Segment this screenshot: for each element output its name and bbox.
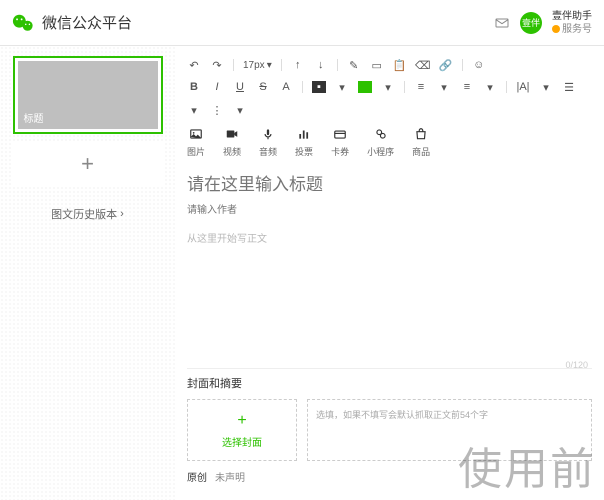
cover-section-title: 封面和摘要 bbox=[187, 368, 592, 399]
original-label: 原创 bbox=[187, 469, 207, 484]
italic-icon[interactable]: I bbox=[210, 80, 224, 94]
emoji-icon[interactable]: ☺ bbox=[472, 58, 486, 72]
add-article-button[interactable]: + bbox=[13, 142, 163, 186]
miniapp-icon bbox=[373, 127, 389, 141]
heading-up-icon[interactable]: ↑ bbox=[291, 58, 305, 72]
highlight-icon[interactable] bbox=[358, 81, 372, 93]
strikethrough-icon[interactable]: S bbox=[256, 80, 270, 94]
spacing-icon[interactable]: ⋮ bbox=[210, 103, 224, 117]
align-left-icon[interactable]: ≡ bbox=[414, 80, 428, 94]
clear-icon[interactable]: ⌫ bbox=[416, 58, 430, 72]
insert-vote-button[interactable]: 投票 bbox=[295, 127, 313, 158]
plus-icon: + bbox=[237, 412, 246, 430]
text-color-icon[interactable]: ▪ bbox=[312, 81, 326, 93]
history-link[interactable]: 图文历史版本 › bbox=[51, 206, 124, 222]
video-icon bbox=[224, 127, 240, 141]
fontsize-select[interactable]: 17px ▾ bbox=[243, 60, 272, 71]
user-name: 壹伴助手 bbox=[552, 10, 592, 23]
insert-product-button[interactable]: 商品 bbox=[412, 127, 430, 158]
content-editor[interactable]: 从这里开始写正文 0/120 bbox=[187, 220, 592, 368]
avatar[interactable]: 壹伴 bbox=[520, 12, 542, 34]
heading-down-icon[interactable]: ↓ bbox=[314, 58, 328, 72]
link-icon[interactable]: 🔗 bbox=[439, 58, 453, 72]
brush-icon[interactable]: ✎ bbox=[347, 58, 361, 72]
user-type: 服务号 bbox=[552, 23, 592, 36]
lineheight-icon[interactable]: |A| bbox=[516, 80, 530, 94]
list-icon[interactable]: ☰ bbox=[562, 80, 576, 94]
list-dropdown-icon[interactable]: ▾ bbox=[187, 103, 201, 117]
mail-icon[interactable] bbox=[494, 15, 510, 31]
toolbar: ↶ ↷ 17px ▾ ↑ ↓ ✎ ▭ 📋 ⌫ 🔗 ☺ B I U S bbox=[187, 54, 592, 169]
original-row: 原创 未声明 bbox=[187, 461, 592, 492]
clipboard-icon[interactable]: ▭ bbox=[370, 58, 384, 72]
title-input[interactable] bbox=[187, 169, 592, 201]
product-icon bbox=[413, 127, 429, 141]
logo: 微信公众平台 bbox=[12, 12, 132, 34]
thumbnail-image: 标题 bbox=[18, 61, 158, 129]
header-right: 壹伴 壹伴助手 服务号 bbox=[494, 10, 592, 36]
insert-audio-button[interactable]: 音频 bbox=[259, 127, 277, 158]
lineheight-dropdown-icon[interactable]: ▾ bbox=[539, 80, 553, 94]
author-input[interactable] bbox=[187, 201, 592, 220]
wechat-logo-icon bbox=[12, 12, 34, 34]
bold-icon[interactable]: B bbox=[187, 80, 201, 94]
header: 微信公众平台 壹伴 壹伴助手 服务号 bbox=[0, 0, 604, 46]
image-icon bbox=[188, 127, 204, 141]
thumbnail-label: 标题 bbox=[24, 110, 44, 125]
paste-icon[interactable]: 📋 bbox=[393, 58, 407, 72]
redo-icon[interactable]: ↷ bbox=[210, 58, 224, 72]
bg-color-icon[interactable]: ▾ bbox=[335, 80, 349, 94]
sidebar: 标题 + 图文历史版本 › bbox=[0, 46, 175, 500]
summary-input[interactable]: 选填，如果不填写会默认抓取正文前54个字 bbox=[307, 399, 592, 461]
insert-card-button[interactable]: 卡券 bbox=[331, 127, 349, 158]
vote-icon bbox=[296, 127, 312, 141]
verified-badge-icon bbox=[552, 25, 560, 33]
insert-video-button[interactable]: 视频 bbox=[223, 127, 241, 158]
editor-main: ↶ ↷ 17px ▾ ↑ ↓ ✎ ▭ 📋 ⌫ 🔗 ☺ B I U S bbox=[175, 46, 604, 500]
undo-icon[interactable]: ↶ bbox=[187, 58, 201, 72]
underline-icon[interactable]: U bbox=[233, 80, 247, 94]
char-count: 0/120 bbox=[565, 360, 588, 370]
insert-image-button[interactable]: 图片 bbox=[187, 127, 205, 158]
audio-icon bbox=[260, 127, 276, 141]
platform-title: 微信公众平台 bbox=[42, 12, 132, 33]
original-status[interactable]: 未声明 bbox=[215, 469, 245, 484]
indent-icon[interactable]: ≡ bbox=[460, 80, 474, 94]
select-cover-button[interactable]: + 选择封面 bbox=[187, 399, 297, 461]
spacing-dropdown-icon[interactable]: ▾ bbox=[233, 103, 247, 117]
insert-miniapp-button[interactable]: 小程序 bbox=[367, 127, 394, 158]
user-info: 壹伴助手 服务号 bbox=[552, 10, 592, 36]
indent-dropdown-icon[interactable]: ▾ bbox=[483, 80, 497, 94]
font-color-icon[interactable]: A bbox=[279, 80, 293, 94]
plus-icon: + bbox=[81, 151, 94, 177]
highlight-dropdown-icon[interactable]: ▾ bbox=[381, 80, 395, 94]
card-icon bbox=[332, 127, 348, 141]
article-thumbnail[interactable]: 标题 bbox=[13, 56, 163, 134]
align-dropdown-icon[interactable]: ▾ bbox=[437, 80, 451, 94]
chevron-right-icon: › bbox=[120, 208, 124, 220]
